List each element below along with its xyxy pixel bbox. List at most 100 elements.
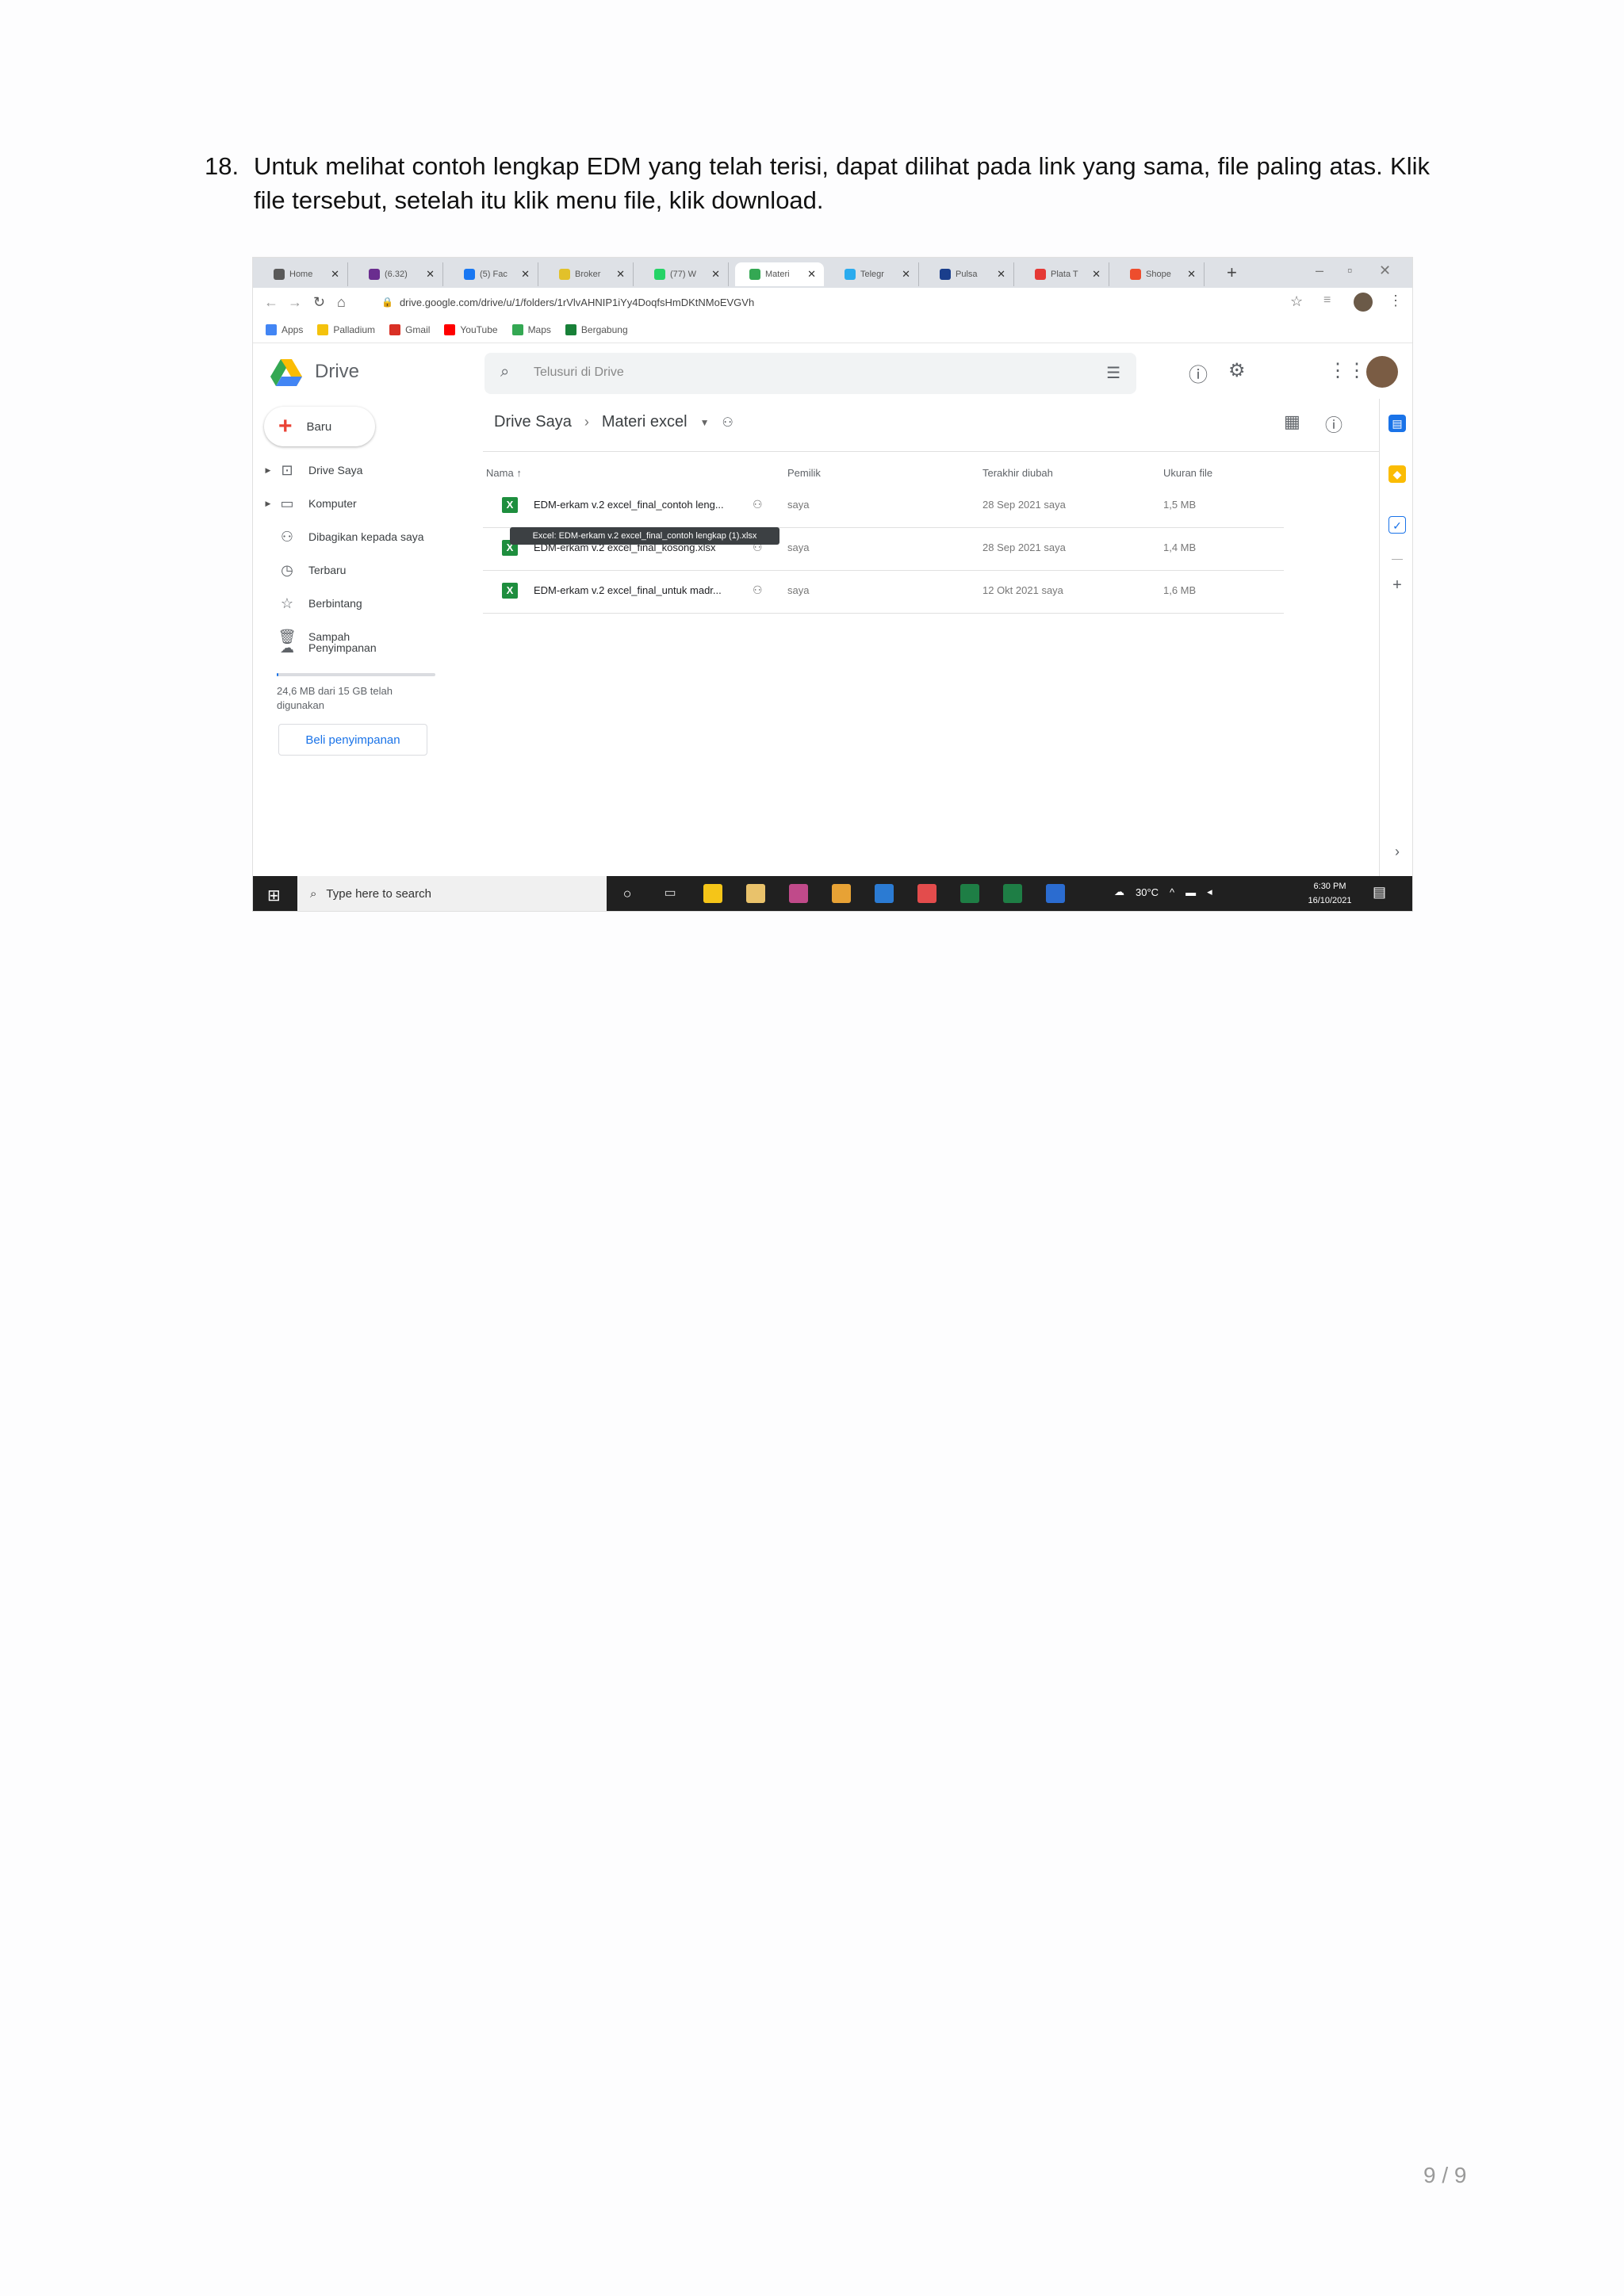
bookmark-item[interactable]: Apps: [266, 323, 303, 335]
notification-icon[interactable]: ▤: [1373, 884, 1386, 901]
bookmark-item[interactable]: Maps: [511, 323, 551, 335]
expand-arrow-icon[interactable]: ▶: [261, 466, 275, 475]
excel-icon-2[interactable]: [1003, 884, 1022, 903]
browser-tab[interactable]: Shope ✕: [1116, 262, 1205, 286]
task-view-icon[interactable]: ▭: [661, 884, 680, 903]
reload-icon[interactable]: ↻: [313, 294, 325, 311]
file-row[interactable]: X EDM-erkam v.2 excel_final_contoh leng..…: [483, 484, 1284, 528]
sidebar-item[interactable]: ▶ ⊡ Drive Saya: [253, 456, 475, 484]
system-tray: ☁ 30°C ^ ▬ ◂: [1114, 886, 1212, 898]
close-tab-icon[interactable]: ✕: [426, 268, 435, 281]
folder-icon[interactable]: [746, 884, 765, 903]
app-icon[interactable]: [789, 884, 808, 903]
close-tab-icon[interactable]: ✕: [616, 268, 625, 281]
close-tab-icon[interactable]: ✕: [807, 268, 816, 281]
browser-tab[interactable]: (6.32) ✕: [354, 262, 443, 286]
sidebar-item-storage[interactable]: ☁ Penyimpanan: [253, 633, 475, 662]
word-icon[interactable]: [1046, 884, 1065, 903]
search-icon: ⌕: [310, 886, 317, 901]
close-window-icon[interactable]: ✕: [1379, 262, 1391, 279]
volume-icon[interactable]: ◂: [1207, 886, 1212, 898]
file-modified: 12 Okt 2021 saya: [982, 584, 1063, 596]
new-button[interactable]: + Baru: [264, 407, 375, 446]
drive-logo-icon[interactable]: [270, 359, 302, 386]
browser-tab[interactable]: (5) Fac ✕: [450, 262, 538, 286]
bookmark-item[interactable]: Gmail: [389, 323, 430, 335]
search-options-icon[interactable]: ☰: [1106, 363, 1120, 383]
tray-chevron-icon[interactable]: ^: [1170, 886, 1174, 898]
weather-cloud-icon[interactable]: ☁: [1114, 886, 1124, 898]
chrome-icon[interactable]: [832, 884, 851, 903]
sidebar-item-label: Drive Saya: [308, 464, 363, 476]
expand-arrow-icon[interactable]: ▶: [261, 499, 275, 508]
settings-icon[interactable]: ⚙: [1228, 359, 1246, 382]
drive-search[interactable]: ⌕ Telusuri di Drive ☰: [485, 353, 1136, 394]
browser-tab[interactable]: Pulsa ✕: [925, 262, 1014, 286]
help-icon[interactable]: ⓘ: [1189, 359, 1208, 387]
menu-icon[interactable]: ⋮: [1388, 293, 1403, 309]
browser-tab[interactable]: Telegr ✕: [830, 262, 919, 286]
grid-view-icon[interactable]: ▦: [1284, 411, 1300, 432]
breadcrumb-current[interactable]: Materi excel: [602, 413, 688, 431]
restore-icon[interactable]: ▫: [1347, 262, 1352, 279]
browser-tab[interactable]: Broker ✕: [545, 262, 634, 286]
chevron-down-icon[interactable]: ▼: [700, 417, 710, 428]
search-icon[interactable]: ⌕: [500, 363, 509, 381]
taskbar-search[interactable]: ⌕ Type here to search: [297, 876, 607, 911]
bookmark-item[interactable]: Palladium: [317, 323, 375, 335]
sidebar-item[interactable]: ⚇ Dibagikan kepada saya: [253, 522, 475, 551]
browser-tab[interactable]: Materi ✕: [735, 262, 824, 286]
back-icon[interactable]: ←: [264, 294, 278, 311]
add-addon-icon[interactable]: +: [1388, 576, 1406, 594]
outlook-icon[interactable]: [875, 884, 894, 903]
column-header-name[interactable]: Nama ↑: [486, 467, 522, 479]
column-header-modified[interactable]: Terakhir diubah: [982, 467, 1053, 479]
sidebar-item[interactable]: ▶ ▭ Komputer: [253, 489, 475, 518]
divider: [483, 451, 1379, 452]
close-tab-icon[interactable]: ✕: [902, 268, 910, 281]
home-icon[interactable]: ⌂: [337, 294, 346, 311]
tasks-icon[interactable]: ✓: [1388, 516, 1406, 534]
pdf-icon[interactable]: [917, 884, 936, 903]
breadcrumb-root[interactable]: Drive Saya: [494, 413, 572, 431]
close-tab-icon[interactable]: ✕: [997, 268, 1005, 281]
network-icon[interactable]: ▬: [1185, 886, 1196, 898]
url-field[interactable]: 🔒 drive.google.com/drive/u/1/folders/1rV…: [381, 293, 1174, 312]
browser-tab[interactable]: Plata T ✕: [1021, 262, 1109, 286]
bookmark-star-icon[interactable]: ☆: [1290, 293, 1303, 310]
close-tab-icon[interactable]: ✕: [1092, 268, 1101, 281]
minimize-icon[interactable]: –: [1316, 262, 1323, 279]
sidebar-item[interactable]: ☆ Berbintang: [253, 589, 475, 618]
sort-arrow-up-icon[interactable]: ↑: [516, 467, 522, 479]
computer-icon: ▭: [280, 495, 294, 511]
close-tab-icon[interactable]: ✕: [521, 268, 530, 281]
sidebar-item-label: Terbaru: [308, 564, 347, 576]
close-tab-icon[interactable]: ✕: [331, 268, 339, 281]
file-explorer-icon[interactable]: [703, 884, 722, 903]
close-tab-icon[interactable]: ✕: [1187, 268, 1196, 281]
close-tab-icon[interactable]: ✕: [711, 268, 720, 281]
excel-icon[interactable]: [960, 884, 979, 903]
buy-storage-button[interactable]: Beli penyimpanan: [278, 724, 427, 756]
keep-icon[interactable]: ◆: [1388, 465, 1406, 483]
apps-grid-icon[interactable]: ⋮⋮: [1328, 359, 1366, 382]
profile-avatar[interactable]: [1354, 293, 1373, 312]
cortana-icon[interactable]: ○: [618, 884, 637, 903]
forward-icon[interactable]: →: [288, 294, 302, 311]
browser-tab[interactable]: Home ✕: [259, 262, 348, 286]
file-row[interactable]: X EDM-erkam v.2 excel_final_untuk madr...…: [483, 570, 1284, 614]
browser-tab[interactable]: (77) W ✕: [640, 262, 729, 286]
taskbar-clock[interactable]: 6:30 PM 16/10/2021: [1300, 879, 1360, 908]
sidebar-item[interactable]: ◷ Terbaru: [253, 556, 475, 584]
cloud-icon: ☁: [280, 639, 294, 656]
expand-panel-icon[interactable]: ›: [1388, 843, 1406, 860]
file-owner: saya: [787, 584, 810, 596]
bookmark-item[interactable]: YouTube: [444, 323, 498, 335]
bookmark-item[interactable]: Bergabung: [565, 323, 628, 335]
new-tab-button[interactable]: +: [1227, 262, 1237, 283]
calendar-icon[interactable]: ▤: [1388, 415, 1406, 432]
windows-start-icon[interactable]: ⊞: [267, 886, 281, 905]
account-avatar[interactable]: [1366, 356, 1398, 388]
extensions-icon[interactable]: ≡: [1323, 293, 1331, 308]
info-icon[interactable]: ⓘ: [1325, 411, 1342, 437]
